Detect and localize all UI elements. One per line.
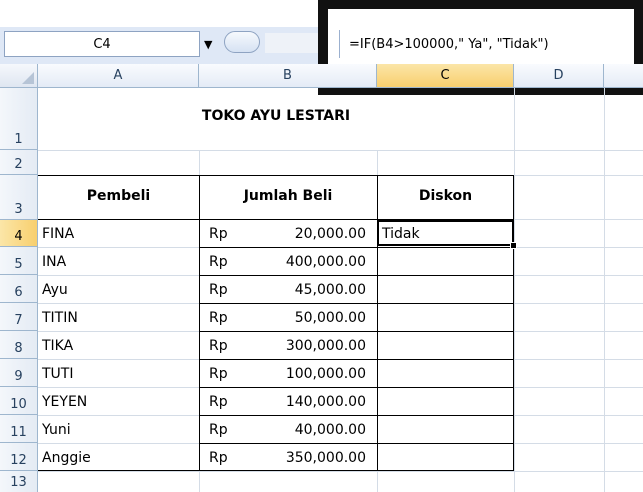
cell-amount[interactable]: 20,000.00 bbox=[295, 226, 366, 242]
name-box[interactable]: C4 bbox=[4, 31, 200, 57]
cell-currency[interactable]: Rp bbox=[209, 282, 228, 298]
row-header-7[interactable]: 7 bbox=[0, 303, 38, 331]
row-header-2[interactable]: 2 bbox=[0, 150, 38, 175]
table-border bbox=[199, 247, 514, 248]
table-border bbox=[199, 443, 514, 444]
name-box-dropdown-icon[interactable]: ▼ bbox=[204, 38, 212, 51]
row-header-8[interactable]: 8 bbox=[0, 331, 38, 359]
cell-currency[interactable]: Rp bbox=[209, 450, 228, 466]
cell-amount[interactable]: 100,000.00 bbox=[286, 366, 366, 382]
header-pembeli: Pembeli bbox=[86, 188, 151, 204]
formula-bar-divider bbox=[339, 30, 340, 58]
cell-currency[interactable]: Rp bbox=[209, 366, 228, 382]
table-border bbox=[199, 415, 514, 416]
cell-buyer-name[interactable]: TUTI bbox=[42, 366, 73, 382]
cell-amount[interactable]: 300,000.00 bbox=[286, 338, 366, 354]
table-border bbox=[38, 175, 514, 176]
cell-currency[interactable]: Rp bbox=[209, 310, 228, 326]
table-border bbox=[199, 275, 514, 276]
formula-cancel-oval-icon[interactable] bbox=[224, 31, 260, 53]
select-all-corner[interactable] bbox=[0, 64, 38, 88]
row-header-1[interactable]: 1 bbox=[0, 88, 38, 150]
row-header-3[interactable]: 3 bbox=[0, 175, 38, 220]
row-header-11[interactable]: 11 bbox=[0, 415, 38, 443]
gridline bbox=[38, 150, 643, 151]
row-header-12[interactable]: 12 bbox=[0, 443, 38, 471]
table-border bbox=[199, 175, 200, 471]
header-diskon: Diskon bbox=[418, 188, 473, 204]
column-header-b[interactable]: B bbox=[199, 64, 377, 88]
cell-amount[interactable]: 45,000.00 bbox=[295, 282, 366, 298]
gridline bbox=[514, 88, 515, 492]
cell-buyer-name[interactable]: TITIN bbox=[42, 310, 78, 326]
cell-amount[interactable]: 400,000.00 bbox=[286, 254, 366, 270]
active-cell-c4[interactable] bbox=[377, 220, 514, 246]
table-border bbox=[199, 331, 514, 332]
row-header-4[interactable]: 4 bbox=[0, 220, 38, 247]
cell-currency[interactable]: Rp bbox=[209, 338, 228, 354]
cell-buyer-name[interactable]: Ayu bbox=[42, 282, 68, 298]
select-all-triangle-icon bbox=[22, 72, 34, 84]
row-header-6[interactable]: 6 bbox=[0, 275, 38, 303]
gridline bbox=[38, 471, 643, 472]
cell-amount[interactable]: 140,000.00 bbox=[286, 394, 366, 410]
header-jumlah-beli: Jumlah Beli bbox=[243, 188, 333, 204]
cell-buyer-name[interactable]: Yuni bbox=[42, 422, 71, 438]
sheet-title: TOKO AYU LESTARI bbox=[201, 108, 351, 124]
formula-input[interactable]: =IF(B4>100000," Ya", "Tidak") bbox=[349, 32, 549, 56]
column-header-d[interactable]: D bbox=[514, 64, 604, 88]
cell-currency[interactable]: Rp bbox=[209, 422, 228, 438]
fx-button-area[interactable] bbox=[265, 33, 325, 53]
row-header-5[interactable]: 5 bbox=[0, 247, 38, 275]
row-header-13[interactable]: 13 bbox=[0, 471, 38, 492]
column-header-a[interactable]: A bbox=[38, 64, 199, 88]
table-border bbox=[199, 303, 514, 304]
table-border bbox=[199, 387, 514, 388]
cell-buyer-name[interactable]: FINA bbox=[42, 226, 74, 242]
cell-buyer-name[interactable]: Anggie bbox=[42, 450, 91, 466]
table-border bbox=[38, 470, 514, 471]
cell-amount[interactable]: 50,000.00 bbox=[295, 310, 366, 326]
cell-buyer-name[interactable]: TIKA bbox=[42, 338, 73, 354]
fill-handle[interactable] bbox=[510, 242, 517, 249]
column-header-c[interactable]: C bbox=[377, 64, 514, 88]
cell-amount[interactable]: 350,000.00 bbox=[286, 450, 366, 466]
cell-currency[interactable]: Rp bbox=[209, 394, 228, 410]
row-header-9[interactable]: 9 bbox=[0, 359, 38, 387]
column-header-e[interactable] bbox=[604, 64, 643, 88]
cell-buyer-name[interactable]: INA bbox=[42, 254, 66, 270]
cell-buyer-name[interactable]: YEYEN bbox=[42, 394, 87, 410]
cell-currency[interactable]: Rp bbox=[209, 226, 228, 242]
gridline bbox=[604, 88, 605, 492]
table-border bbox=[199, 359, 514, 360]
row-header-10[interactable]: 10 bbox=[0, 387, 38, 415]
cell-currency[interactable]: Rp bbox=[209, 254, 228, 270]
cell-amount[interactable]: 40,000.00 bbox=[295, 422, 366, 438]
